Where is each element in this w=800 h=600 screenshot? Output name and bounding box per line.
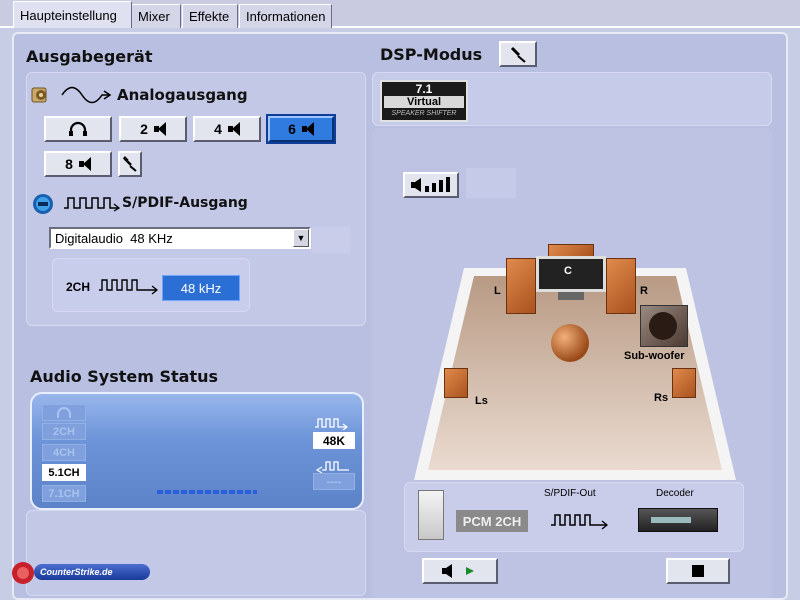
digital-signal-icon <box>550 510 610 530</box>
volume-bars-icon <box>411 177 450 192</box>
right-surround-label: Rs <box>654 392 669 404</box>
subwoofer-label: Sub-woofer <box>624 350 685 362</box>
center-speaker[interactable]: C <box>536 244 606 302</box>
spdif-connector-icon <box>32 193 54 215</box>
speaker-play-icon <box>442 564 474 578</box>
status-rate: 48K <box>313 432 355 449</box>
status-5-1ch: 5.1CH <box>42 464 86 481</box>
speaker-small-icon <box>78 157 91 171</box>
tab-mixer[interactable]: Mixer <box>131 4 181 28</box>
hammer-icon <box>122 156 137 172</box>
test-play-button[interactable] <box>422 558 498 584</box>
status-input-rate: ---- <box>313 473 355 490</box>
channel-6-button[interactable]: 6 <box>268 116 334 142</box>
counterstrike-logo-text: CounterStrike.de <box>34 564 150 580</box>
headphone-icon <box>69 121 87 136</box>
left-label: L <box>494 285 501 297</box>
output-settings-button[interactable] <box>118 151 142 177</box>
tv-stand <box>558 292 584 300</box>
spdif-format-select[interactable]: Digitalaudio 48 KHz ▼ <box>49 227 311 249</box>
digital-in-icon <box>314 459 350 474</box>
listener-sphere[interactable] <box>551 324 589 362</box>
channel-8-button[interactable]: 8 <box>44 151 112 177</box>
audio-status-title: Audio System Status <box>30 367 219 386</box>
analog-output-label: Analogausgang <box>117 86 248 104</box>
right-label: R <box>640 285 648 297</box>
subwoofer-cone <box>649 312 677 340</box>
status-2ch: 2CH <box>42 423 86 440</box>
status-4ch: 4CH <box>42 444 86 461</box>
virtual-71-label: 7.1 <box>415 82 433 96</box>
spdif-format-value: Digitalaudio 48 KHz <box>55 231 173 246</box>
tab-haupteinstellung[interactable]: Haupteinstellung <box>13 1 132 28</box>
left-surround-speaker[interactable] <box>444 368 468 398</box>
channel-6-label: 6 <box>288 121 296 137</box>
digital-wave-small-icon <box>98 277 160 295</box>
speaker-volume-button[interactable] <box>403 172 459 198</box>
counterstrike-logo: CounterStrike.de <box>10 560 150 586</box>
analog-wave-icon <box>60 84 112 106</box>
headphone-button[interactable] <box>44 116 112 142</box>
decoder-receiver-icon <box>638 508 718 532</box>
tab-informationen[interactable]: Informationen <box>239 4 332 28</box>
receiver-display <box>651 517 691 523</box>
status-headphone <box>42 404 86 421</box>
decoder-label: Decoder <box>656 488 694 499</box>
tab-bar: Haupteinstellung Mixer Effekte Informati… <box>0 0 800 28</box>
channel-2-label: 2 <box>140 121 148 137</box>
pcm-format-label: PCM 2CH <box>456 510 528 532</box>
status-7-1ch: 7.1CH <box>42 485 86 502</box>
virtual-label: Virtual <box>384 96 464 108</box>
right-surround-speaker[interactable] <box>672 368 696 398</box>
dsp-settings-button[interactable] <box>499 41 537 67</box>
volume-shadow <box>466 168 516 198</box>
channel-4-button[interactable]: 4 <box>193 116 261 142</box>
pc-tower-icon <box>418 490 444 540</box>
output-device-title: Ausgabegerät <box>26 47 153 66</box>
headphone-icon <box>57 406 71 418</box>
left-speaker[interactable] <box>506 258 536 314</box>
subwoofer[interactable] <box>640 305 688 347</box>
left-surround-label: Ls <box>475 395 488 407</box>
hammer-icon <box>510 46 526 63</box>
tab-effekte[interactable]: Effekte <box>182 4 238 28</box>
virtual-speaker-shifter-button[interactable]: 7.1 Virtual SPEAKER SHIFTER <box>380 80 468 122</box>
chevron-down-icon[interactable]: ▼ <box>293 229 309 247</box>
speaker-small-icon <box>153 122 166 136</box>
speaker-small-icon <box>301 122 314 136</box>
channel-4-label: 4 <box>214 121 222 137</box>
channel-2-button[interactable]: 2 <box>119 116 187 142</box>
digital-out-icon <box>314 416 350 431</box>
select-shadow <box>312 227 350 253</box>
speaker-small-icon <box>227 122 240 136</box>
channel-8-label: 8 <box>65 156 73 172</box>
spdif-out-label: S/PDIF-Out <box>544 488 596 499</box>
digital-wave-icon <box>62 194 122 212</box>
spdif-output-label: S/PDIF-Ausgang <box>122 195 248 211</box>
speaker-shifter-label: SPEAKER SHIFTER <box>391 110 457 117</box>
spdif-rate-display: 48 kHz <box>162 275 240 301</box>
status-level-bar <box>157 490 257 494</box>
center-label: C <box>564 265 572 277</box>
speaker-icon <box>30 82 54 108</box>
spdif-info-channels: 2CH <box>66 280 91 294</box>
right-speaker[interactable] <box>606 258 636 314</box>
stop-button[interactable] <box>666 558 730 584</box>
stop-icon <box>692 565 704 577</box>
dsp-mode-title: DSP-Modus <box>380 45 483 64</box>
